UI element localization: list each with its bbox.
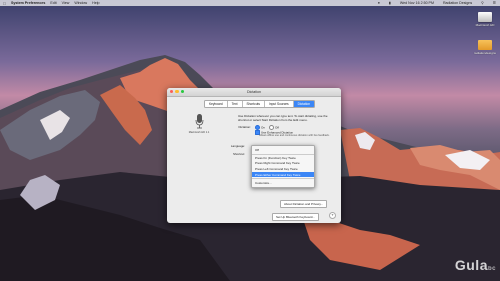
- tab-keyboard[interactable]: Keyboard: [205, 101, 228, 108]
- dictation-label: Dictation:: [238, 125, 251, 129]
- menu-item[interactable]: Customize...: [252, 180, 314, 186]
- menu-window[interactable]: Window: [74, 1, 87, 5]
- app-menu[interactable]: System Preferences: [11, 1, 45, 5]
- menubar-status: ● ▮ Wed Nov 16 2:50 PM Radiation Designs…: [373, 1, 496, 5]
- microphone-area: Macintosh HD 1.1: [185, 114, 213, 134]
- search-icon[interactable]: ⚲: [481, 1, 484, 5]
- shortcut-label: Shortcut:: [232, 152, 245, 156]
- menu-separator: [252, 153, 314, 155]
- list-icon[interactable]: ☰: [493, 1, 496, 5]
- apple-logo-icon[interactable]: : [3, 1, 6, 6]
- desktop-icon-folder[interactable]: radiationdesigns: [470, 40, 500, 55]
- tab-shortcuts[interactable]: Shortcuts: [243, 101, 265, 108]
- menu-item-selected[interactable]: Press Either Command Key Twice: [252, 171, 314, 178]
- bluetooth-keyboard-button[interactable]: Set Up Bluetooth Keyboard...: [272, 213, 319, 221]
- menu-separator: [252, 178, 314, 179]
- wifi-icon[interactable]: ●: [378, 1, 380, 5]
- folder-icon: [478, 40, 492, 50]
- menu-help[interactable]: Help: [92, 1, 99, 5]
- watermark-logo: Gulabc: [454, 257, 496, 273]
- menu-view[interactable]: View: [62, 1, 70, 5]
- shortcut-menu: Off Press Fn (Function) Key Twice Press …: [251, 145, 315, 188]
- microphone-icon: [195, 114, 203, 129]
- window-title: Dictation: [247, 89, 261, 94]
- drive-icon: [478, 12, 492, 22]
- microphone-source-label[interactable]: Macintosh HD 1.1: [189, 131, 210, 134]
- desktop-icon-drive[interactable]: Macintosh HD: [470, 12, 500, 27]
- title-bar[interactable]: Dictation: [167, 88, 341, 97]
- tab-input-sources[interactable]: Input Sources: [265, 101, 294, 108]
- battery-icon[interactable]: ▮: [389, 1, 391, 5]
- clock[interactable]: Wed Nov 16 2:50 PM: [400, 1, 434, 5]
- tab-dictation[interactable]: Dictation: [293, 101, 315, 108]
- enhanced-dictation-description: Allows offline use and continuous dictat…: [259, 134, 330, 137]
- dictation-intro: Use Dictation wherever you can type text…: [238, 114, 328, 122]
- help-button[interactable]: ?: [329, 212, 336, 219]
- about-dictation-button[interactable]: About Dictation and Privacy...: [280, 200, 328, 208]
- preferences-window: Dictation Keyboard Text Shortcuts Input …: [167, 88, 341, 223]
- tab-text[interactable]: Text: [228, 101, 243, 108]
- user-menu[interactable]: Radiation Designs: [443, 1, 472, 5]
- menu-edit[interactable]: Edit: [50, 1, 56, 5]
- menu-item[interactable]: Off: [252, 147, 314, 153]
- language-label: Language:: [230, 144, 245, 148]
- menu-bar:  System Preferences Edit View Window He…: [0, 0, 500, 6]
- tab-bar: Keyboard Text Shortcuts Input Sources Di…: [204, 100, 316, 109]
